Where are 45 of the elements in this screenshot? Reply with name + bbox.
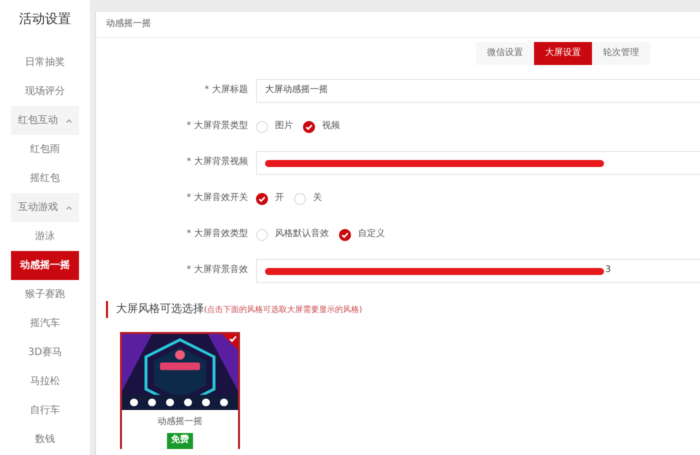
- radio-button[interactable]: [256, 193, 268, 205]
- sidebar-title: 活动设置: [19, 11, 71, 29]
- radio-label: 开: [275, 192, 284, 206]
- check-icon: [222, 334, 238, 350]
- sidebar-item[interactable]: 摇红包: [11, 164, 79, 193]
- tab[interactable]: 轮次管理: [592, 42, 650, 65]
- field-text: 3: [605, 264, 612, 278]
- section-heading: 大屏风格可选选择(点击下面的风格可选取大屏需要显示的风格): [106, 301, 700, 318]
- sidebar-item[interactable]: 日常抽奖: [11, 48, 79, 77]
- sidebar-item[interactable]: 自行车: [11, 396, 79, 425]
- radio-label: 图片: [275, 120, 293, 134]
- style-card[interactable]: 动感摇一摇 免费: [120, 332, 240, 448]
- field-label: * 大屏标题: [204, 84, 249, 98]
- field-label: * 大屏背景音效: [186, 264, 249, 278]
- sidebar-item[interactable]: 马拉松: [11, 367, 79, 396]
- menu-group[interactable]: 红包互动: [11, 106, 79, 135]
- radio-label: 风格默认音效: [275, 228, 329, 242]
- price-badge: 免费: [167, 433, 193, 448]
- field-label: * 大屏背景类型: [186, 120, 249, 134]
- radio-label: 关: [313, 192, 322, 206]
- radio-button[interactable]: [339, 229, 351, 241]
- panel-title: 动感摇一摇: [106, 18, 151, 31]
- sidebar-item[interactable]: 猴子赛跑: [11, 280, 79, 309]
- style-name: 动感摇一摇: [156, 416, 204, 428]
- input-field[interactable]: [256, 151, 700, 175]
- menu-group[interactable]: 互动游戏: [11, 193, 79, 222]
- tab[interactable]: 微信设置: [476, 42, 534, 65]
- sidebar-item[interactable]: 现场评分: [11, 77, 79, 106]
- sidebar-item[interactable]: 红包雨: [11, 135, 79, 164]
- sidebar-item[interactable]: 3D赛马: [11, 338, 79, 367]
- sidebar-item[interactable]: 摇汽车: [11, 309, 79, 338]
- field-label: * 大屏背景视频: [186, 156, 249, 170]
- radio-label: 视频: [322, 120, 340, 134]
- radio-label: 自定义: [358, 228, 385, 242]
- sidebar-item[interactable]: 游泳: [11, 222, 79, 251]
- field-label: * 大屏音效开关: [186, 192, 249, 206]
- caret-icon: [66, 206, 72, 210]
- radio-button[interactable]: [303, 121, 315, 133]
- input-field[interactable]: 3: [256, 259, 700, 283]
- sidebar-item[interactable]: 数钱: [11, 425, 79, 454]
- tab[interactable]: 大屏设置: [534, 42, 592, 65]
- text-field[interactable]: 大屏动感摇一摇: [256, 79, 700, 103]
- field-label: * 大屏音效类型: [186, 228, 249, 242]
- sidebar-item[interactable]: 动感摇一摇: [11, 251, 79, 280]
- caret-icon: [66, 118, 72, 122]
